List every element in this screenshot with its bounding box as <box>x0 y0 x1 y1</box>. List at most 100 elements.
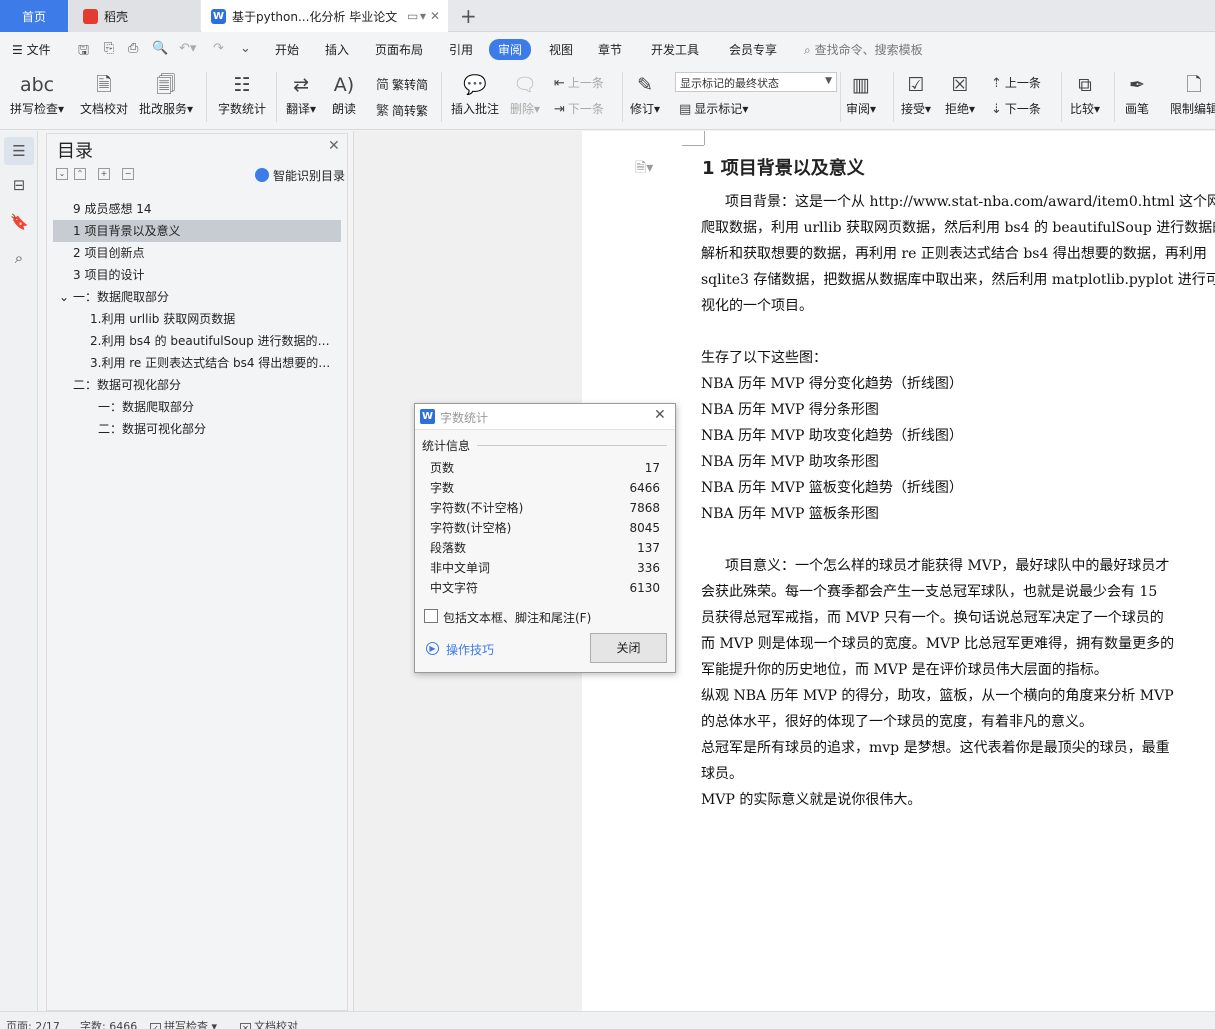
toc-item[interactable]: 1 项目背景以及意义 <box>53 220 341 242</box>
close-icon[interactable]: ✕ <box>328 138 340 154</box>
close-icon[interactable]: ✕ <box>654 407 666 423</box>
menu-insert[interactable]: 插入 <box>325 41 349 58</box>
doc-line: 而 MVP 则是体现一个球员的宽度。MVP 比总冠军更难得，拥有数量更多的 <box>701 636 1175 652</box>
prev-change-button[interactable]: ⇡ 上一条 <box>991 74 1041 91</box>
expand-up-icon[interactable]: ⌃ <box>74 168 86 180</box>
menu-references[interactable]: 引用 <box>449 41 473 58</box>
toc-item[interactable]: 二：数据可视化部分 <box>53 374 341 396</box>
smart-toc-button[interactable]: 智能识别目录 <box>255 167 345 184</box>
doc-line: 员获得总冠军戒指，而 MVP 只有一个。换句话说总冠军决定了一个球员的 <box>701 610 1164 626</box>
toc-item[interactable]: 2.利用 bs4 的 beautifulSoup 进行数据的解析和获取想要的数据 <box>53 330 341 352</box>
find-icon[interactable]: ⌕ <box>10 249 28 267</box>
structure-panel-icon[interactable]: ⊟ <box>10 176 28 194</box>
simp-to-trad-button[interactable]: 繁简转繁 <box>376 100 428 119</box>
accept-button[interactable]: ☑ 接受▾ <box>901 70 931 117</box>
tips-link[interactable]: 操作技巧 <box>446 641 494 658</box>
paragraph-menu-icon[interactable]: 🗎▾ <box>635 157 653 181</box>
collapse-all-icon[interactable]: ⌄ <box>56 168 68 180</box>
reject-button[interactable]: ☒ 拒绝▾ <box>945 70 975 117</box>
delete-comment-button[interactable]: 🗨 删除▾ <box>510 70 540 117</box>
menu-page-layout[interactable]: 页面布局 <box>375 41 423 58</box>
review-pane-button[interactable]: ▥ 审阅▾ <box>846 70 876 117</box>
stat-row: 段落数 137 <box>430 538 660 558</box>
tab-home[interactable]: 首页 <box>0 0 68 32</box>
tab-document[interactable]: W 基于python...化分析 毕业论文 ▭ ▾ ✕ <box>201 0 448 32</box>
read-aloud-button[interactable]: A) 朗读 <box>332 70 356 117</box>
bookmark-icon[interactable]: 🔖 <box>10 213 29 231</box>
close-button[interactable]: 关闭 <box>590 633 667 663</box>
toc-item[interactable]: 9 成员感想 14 <box>53 198 341 220</box>
spell-check-button[interactable]: abc 拼写检查▾ <box>10 70 64 117</box>
next-change-button[interactable]: ⇣ 下一条 <box>991 100 1041 117</box>
menu-start[interactable]: 开始 <box>275 41 299 58</box>
show-markup-button[interactable]: ▤ 显示标记▾ <box>679 100 748 117</box>
tab-daoke[interactable]: 稻壳 <box>69 0 200 32</box>
new-tab-button[interactable]: + <box>460 4 477 28</box>
translate-label: 翻译 <box>286 102 311 116</box>
plus-icon[interactable]: + <box>98 168 110 180</box>
toc-panel-icon[interactable]: ☰ <box>4 137 34 165</box>
word-count-indicator[interactable]: 字数: 6466 <box>80 1018 137 1029</box>
tab-close-icon[interactable]: ✕ <box>430 9 440 23</box>
restrict-edit-button[interactable]: 🗋 限制编辑 <box>1170 70 1215 117</box>
print-icon[interactable]: ⎙ <box>128 41 138 56</box>
include-textbox-label[interactable]: 包括文本框、脚注和尾注(F) <box>443 609 591 626</box>
page-indicator[interactable]: 页面: 2/17 <box>6 1018 60 1029</box>
word-count-icon: ☷ <box>233 74 251 96</box>
doc-line: NBA 历年 MVP 助攻变化趋势（折线图） <box>701 428 963 444</box>
toc-item[interactable]: 1.利用 urllib 获取网页数据 <box>53 308 341 330</box>
save-icon[interactable]: 🖫 <box>78 41 89 63</box>
track-changes-icon: ✎ <box>637 74 653 96</box>
toc-item[interactable]: ⌄ 一：数据爬取部分 <box>53 286 341 308</box>
proofread-button[interactable]: 🗎 文档校对 <box>80 70 128 117</box>
file-menu[interactable]: ☰ 文件 <box>12 41 51 58</box>
pen-button[interactable]: ✒ 画笔 <box>1125 70 1149 117</box>
word-count-button[interactable]: ☷ 字数统计 <box>218 70 266 117</box>
compare-button[interactable]: ⧉ 比较▾ <box>1070 70 1100 117</box>
toc-item[interactable]: 2 项目创新点 <box>53 242 341 264</box>
track-changes-button[interactable]: ✎ 修订▾ <box>630 70 660 117</box>
prev-comment-button[interactable]: ⇤ 上一条 <box>554 74 604 91</box>
trad-to-simp-button[interactable]: 简繁转简 <box>376 74 428 93</box>
spell-check-toggle[interactable]: ✓ 拼写检查 ▾ <box>150 1018 217 1029</box>
toc-title: 目录 <box>57 141 93 162</box>
tab-dropdown-icon[interactable]: ▾ <box>420 9 426 23</box>
command-search[interactable]: ⌕ 查找命令、搜索模板 <box>804 41 923 58</box>
insert-comment-button[interactable]: 💬 插入批注 <box>451 70 499 117</box>
toc-item[interactable]: 3 项目的设计 <box>53 264 341 286</box>
stat-label: 字数 <box>430 481 455 495</box>
export-icon[interactable]: ⎘ <box>104 41 114 56</box>
quick-access-dropdown-icon[interactable]: ⌄ <box>240 41 251 56</box>
proofread-toggle[interactable]: ✕ 文档校对 <box>240 1018 298 1029</box>
expand-chevron-icon[interactable]: ⌄ <box>59 286 69 308</box>
document-page[interactable]: 🗎▾ 1 项目背景以及意义 项目背景：这是一个从 http://www.stat… <box>582 131 1215 1011</box>
next-comment-button[interactable]: ⇥ 下一条 <box>554 100 604 117</box>
menu-chapter[interactable]: 章节 <box>598 41 622 58</box>
toc-item[interactable]: 二：数据可视化部分 <box>53 418 341 440</box>
translate-button[interactable]: ⇄ 翻译▾ <box>286 70 316 117</box>
track-changes-label: 修订 <box>630 102 655 116</box>
menu-dev-tools[interactable]: 开发工具 <box>651 41 699 58</box>
redo-icon[interactable]: ↷ <box>213 41 224 56</box>
toc-item[interactable]: 一：数据爬取部分 <box>53 396 341 418</box>
menu-member[interactable]: 会员专享 <box>729 41 777 58</box>
ribbon-divider <box>1114 72 1115 122</box>
minus-icon[interactable]: − <box>122 168 134 180</box>
menu-review[interactable]: 审阅 <box>489 39 532 60</box>
toc-item[interactable]: 3.利用 re 正则表达式结合 bs4 得出想要的数据 <box>53 352 341 374</box>
doc-heading: 1 项目背景以及意义 <box>702 158 865 179</box>
tips-icon[interactable]: ▶ <box>426 642 439 655</box>
menu-view[interactable]: 视图 <box>549 41 573 58</box>
tab-bar: 首页 稻壳 W 基于python...化分析 毕业论文 ▭ ▾ ✕ + <box>0 0 1215 32</box>
correction-service-button[interactable]: 🗐 批改服务▾ <box>139 70 193 117</box>
include-textbox-checkbox[interactable] <box>424 609 438 623</box>
tab-restore-icon[interactable]: ▭ <box>407 9 418 23</box>
markup-state-select[interactable]: 显示标记的最终状态 ▼ <box>675 72 837 92</box>
toc-item-label: 一：数据爬取部分 <box>73 290 170 304</box>
undo-icon[interactable]: ↶▾ <box>179 41 196 56</box>
preview-icon[interactable]: 🔍 <box>152 41 168 56</box>
dialog-titlebar[interactable]: W 字数统计 ✕ <box>415 404 675 430</box>
accept-label: 接受 <box>901 102 926 116</box>
stat-row: 页数 17 <box>430 458 660 478</box>
stat-label: 字符数(不计空格) <box>430 501 524 515</box>
